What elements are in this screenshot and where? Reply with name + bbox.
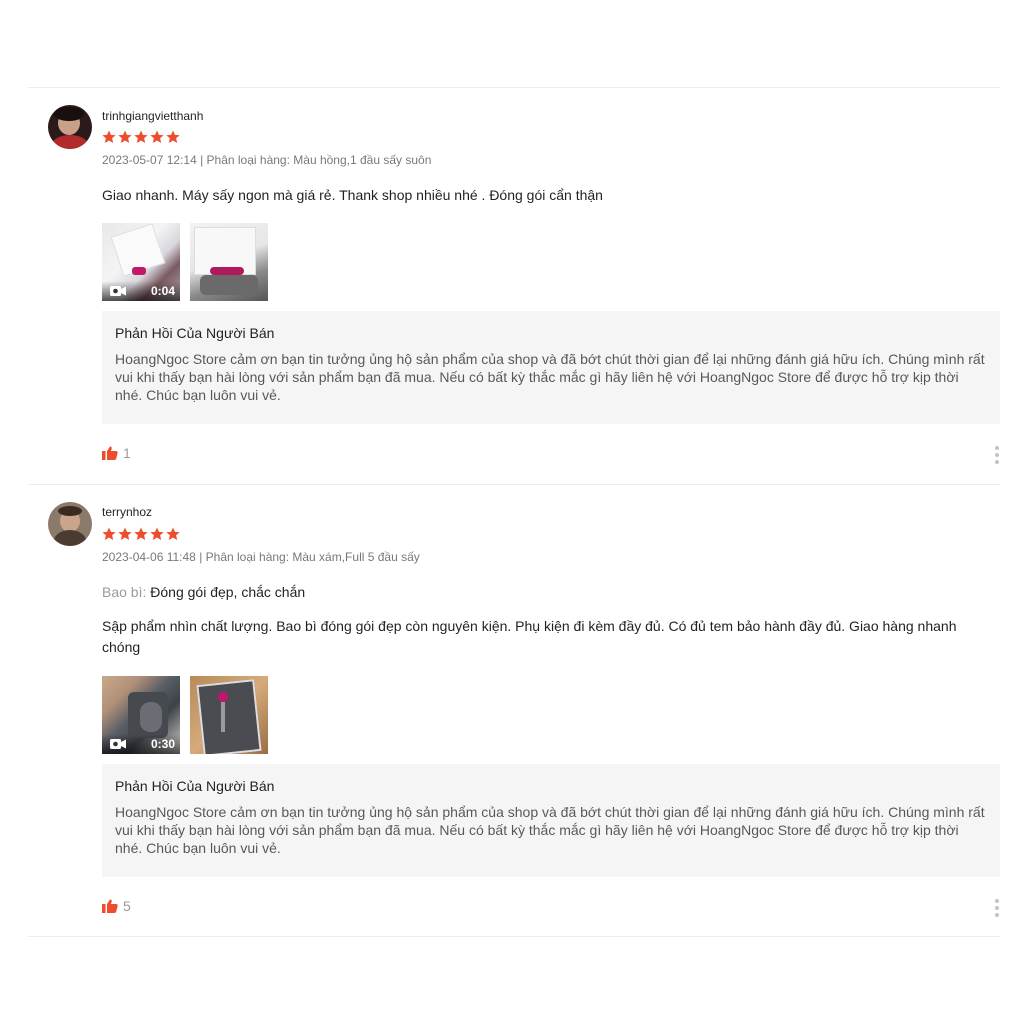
star-icon xyxy=(150,130,164,143)
more-options-icon[interactable] xyxy=(994,899,1000,917)
thumbs-up-icon xyxy=(102,899,118,913)
seller-reply-text: HoangNgoc Store cảm ơn bạn tin tưởng ủng… xyxy=(115,351,985,403)
video-camera-icon xyxy=(110,286,126,296)
thumbs-up-icon xyxy=(102,446,118,460)
seller-reply-title: Phản Hồi Của Người Bán xyxy=(115,325,275,341)
star-icon xyxy=(102,130,116,143)
star-icon xyxy=(118,130,132,143)
review-image-thumbnail[interactable] xyxy=(190,223,268,301)
star-icon xyxy=(166,527,180,540)
attribute-value: Đóng gói đẹp, chắc chắn xyxy=(150,584,306,600)
avatar[interactable] xyxy=(48,502,92,546)
bottom-divider xyxy=(28,936,1000,937)
review-attribute: Bao bì: Đóng gói đẹp, chắc chắn xyxy=(102,582,992,603)
like-button[interactable]: 1 xyxy=(102,445,131,461)
like-count: 1 xyxy=(123,445,131,461)
reviewer-username[interactable]: terrynhoz xyxy=(102,505,152,519)
seller-reply: Phản Hồi Của Người Bán HoangNgoc Store c… xyxy=(102,311,1000,424)
attribute-label: Bao bì: xyxy=(102,584,147,600)
star-icon xyxy=(102,527,116,540)
review-image-thumbnail[interactable] xyxy=(190,676,268,754)
review-video-thumbnail[interactable]: 0:30 xyxy=(102,676,180,754)
star-icon xyxy=(118,527,132,540)
seller-reply-text: HoangNgoc Store cảm ơn bạn tin tưởng ủng… xyxy=(115,804,985,856)
review-comment: Giao nhanh. Máy sấy ngon mà giá rẻ. Than… xyxy=(102,187,603,203)
review-video-thumbnail[interactable]: 0:04 xyxy=(102,223,180,301)
review-media: 0:04 xyxy=(102,223,268,301)
like-button[interactable]: 5 xyxy=(102,898,131,914)
reviewer-username[interactable]: trinhgiangvietthanh xyxy=(102,109,203,123)
review-meta: 2023-04-06 11:48 | Phân loại hàng: Màu x… xyxy=(102,550,420,564)
star-icon xyxy=(150,527,164,540)
star-rating xyxy=(102,527,180,541)
star-icon xyxy=(134,130,148,143)
video-duration: 0:04 xyxy=(150,284,175,298)
review-meta: 2023-05-07 12:14 | Phân loại hàng: Màu h… xyxy=(102,153,432,167)
star-icon xyxy=(134,527,148,540)
star-icon xyxy=(166,130,180,143)
review-comment: Sập phẩm nhìn chất lượng. Bao bì đóng gó… xyxy=(102,618,957,655)
review-item: trinhgiangvietthanh 2023-05-07 12:14 | P… xyxy=(28,88,1000,484)
seller-reply: Phản Hồi Của Người Bán HoangNgoc Store c… xyxy=(102,764,1000,877)
seller-reply-title: Phản Hồi Của Người Bán xyxy=(115,778,275,794)
review-media: 0:30 xyxy=(102,676,268,754)
avatar[interactable] xyxy=(48,105,92,149)
more-options-icon[interactable] xyxy=(994,446,1000,464)
review-item: terrynhoz 2023-04-06 11:48 | Phân loại h… xyxy=(28,485,1000,936)
like-count: 5 xyxy=(123,898,131,914)
video-camera-icon xyxy=(110,739,126,749)
video-duration: 0:30 xyxy=(150,737,175,751)
star-rating xyxy=(102,130,180,144)
